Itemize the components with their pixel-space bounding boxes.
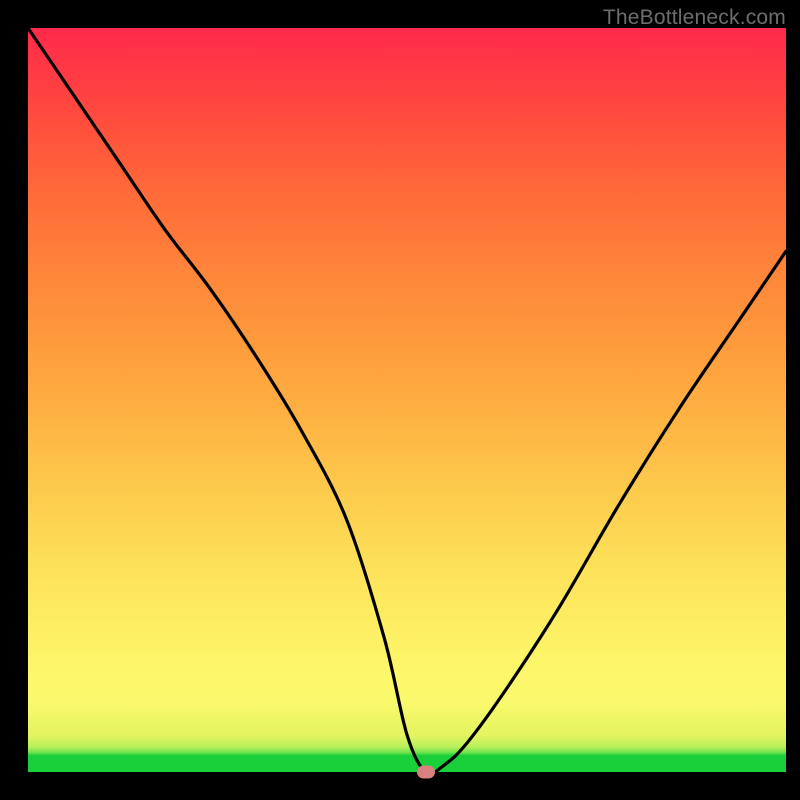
optimum-marker	[417, 766, 435, 779]
bottleneck-curve	[28, 28, 786, 774]
watermark-text: TheBottleneck.com	[603, 6, 786, 30]
plot-area	[28, 28, 786, 772]
curve-layer	[28, 28, 786, 772]
chart-frame: TheBottleneck.com	[0, 0, 800, 800]
